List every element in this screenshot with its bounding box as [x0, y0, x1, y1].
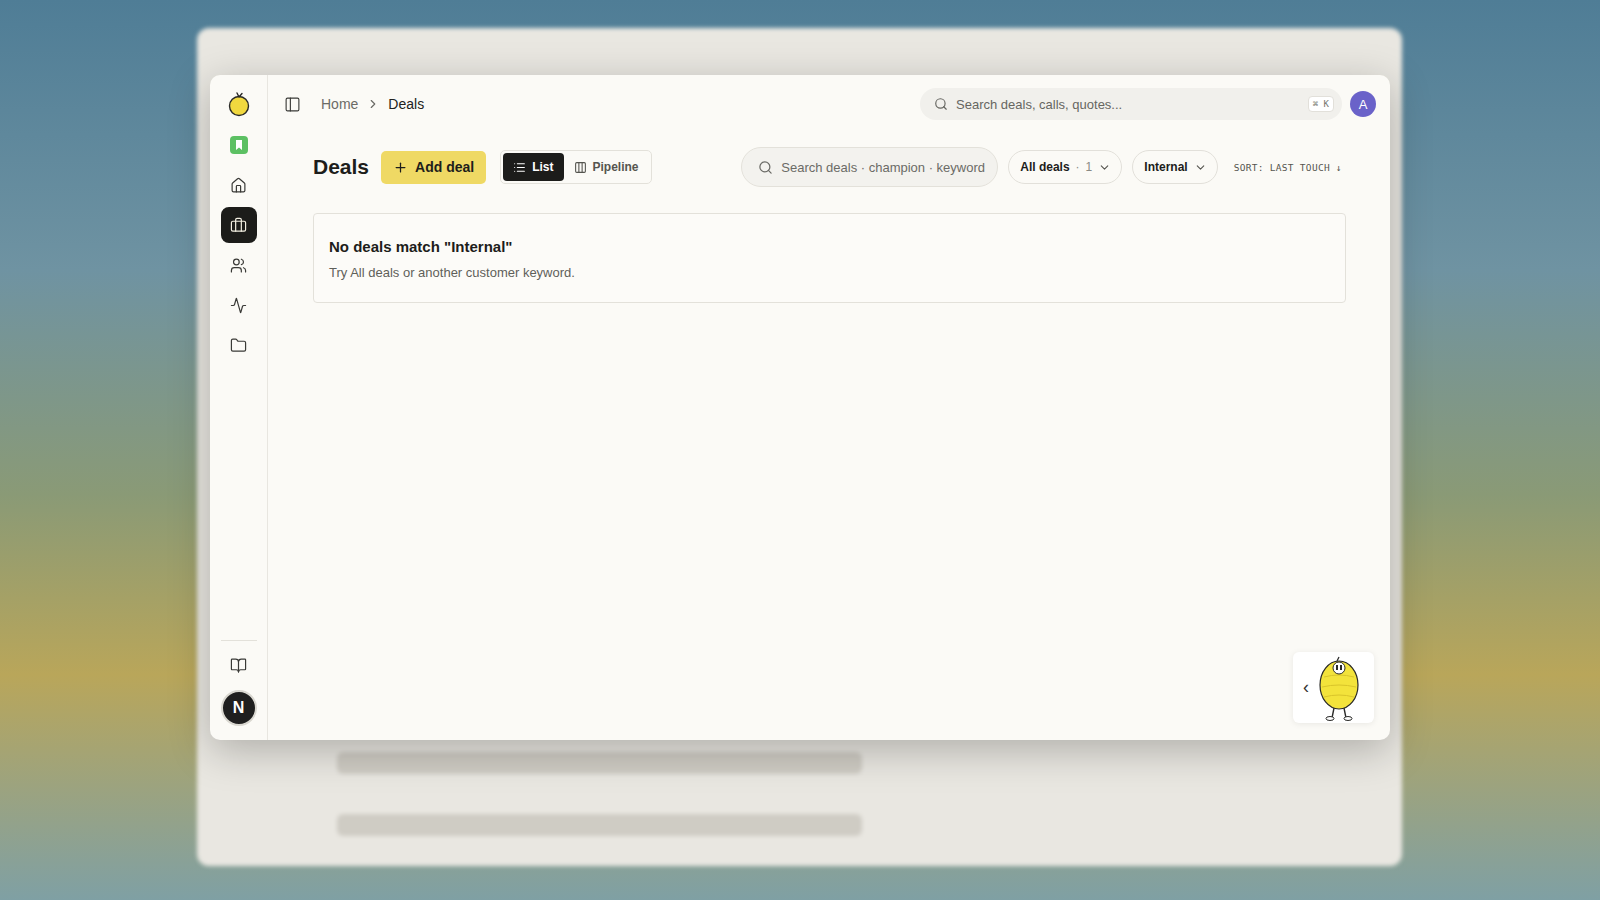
sort-button[interactable]: SORT: LAST TOUCH ↓ — [1228, 162, 1346, 173]
search-placeholder: Search deals, calls, quotes... — [956, 97, 1300, 112]
briefcase-icon — [230, 217, 247, 234]
breadcrumb-item[interactable]: Deals — [388, 96, 424, 112]
activity-icon — [230, 297, 247, 314]
filter-dropdown[interactable]: Internal — [1132, 150, 1217, 184]
view-option[interactable]: Pipeline — [564, 153, 649, 181]
main-panel: Home Deals Search deals, calls, quotes... ⌘… — [268, 75, 1390, 740]
people-nav[interactable] — [221, 247, 257, 283]
breadcrumb: Home Deals — [321, 96, 900, 112]
search-placeholder: Search deals · champion · keyword — [781, 160, 985, 175]
page-title: Deals — [313, 155, 369, 179]
columns-icon — [574, 161, 587, 174]
add-deal-button[interactable]: Add deal — [381, 151, 486, 184]
app-window: N Home Deals Search deals, calls, quotes...… — [210, 75, 1390, 740]
empty-title: No deals match "Internal" — [329, 238, 1330, 255]
search-icon — [934, 97, 948, 111]
people-icon — [230, 257, 247, 274]
account-avatar[interactable]: A — [1350, 91, 1376, 117]
folder-icon — [230, 337, 247, 354]
assistant-widget: ‹ — [1293, 652, 1374, 723]
view-option[interactable]: List — [503, 153, 563, 181]
lemon-logo-icon[interactable] — [227, 91, 251, 117]
global-search[interactable]: Search deals, calls, quotes... ⌘ K — [920, 88, 1342, 120]
plus-icon — [393, 160, 408, 175]
home-nav[interactable] — [221, 167, 257, 203]
workspace-badge-icon[interactable] — [229, 135, 249, 155]
sidebar-toggle[interactable] — [284, 96, 301, 113]
files-nav[interactable] — [221, 327, 257, 363]
activity-nav[interactable] — [221, 287, 257, 323]
assistant-toggle[interactable]: ‹ — [1301, 677, 1311, 698]
nav-rail: N — [210, 75, 268, 740]
deal-search[interactable]: Search deals · champion · keyword — [741, 147, 998, 187]
rail-nav — [221, 167, 257, 363]
book-icon — [230, 657, 247, 674]
chevron-down-icon — [1194, 161, 1207, 174]
empty-hint: Try All deals or another customer keywor… — [329, 265, 1330, 280]
blurred-row — [337, 752, 862, 774]
page-content: Deals Add deal ListPipeline Search deals · … — [268, 133, 1390, 303]
view-switch: ListPipeline — [500, 150, 651, 184]
search-icon — [758, 160, 773, 175]
panel-left-icon — [284, 96, 301, 113]
deals-toolbar: Deals Add deal ListPipeline Search deals · … — [313, 147, 1346, 187]
shortcut-key: ⌘ K — [1308, 96, 1334, 112]
filter-dropdown[interactable]: All deals·1 — [1008, 150, 1122, 184]
breadcrumb-item[interactable]: Home — [321, 96, 358, 112]
empty-state: No deals match "Internal" Try All deals o… — [313, 213, 1346, 303]
rail-divider — [221, 640, 257, 641]
user-avatar[interactable]: N — [221, 690, 257, 726]
filter-tools: Search deals · champion · keyword All dea… — [741, 147, 1346, 187]
docs-button[interactable] — [230, 657, 247, 674]
chevron-right-icon — [366, 97, 380, 111]
deals-nav[interactable] — [221, 207, 257, 243]
blurred-row — [337, 814, 862, 836]
lemon-mascot-icon[interactable] — [1315, 655, 1363, 721]
top-bar: Home Deals Search deals, calls, quotes... ⌘… — [268, 75, 1390, 133]
chevron-down-icon — [1098, 161, 1111, 174]
desktop: N Home Deals Search deals, calls, quotes...… — [0, 0, 1600, 900]
home-icon — [230, 177, 247, 194]
list-icon — [513, 161, 526, 174]
